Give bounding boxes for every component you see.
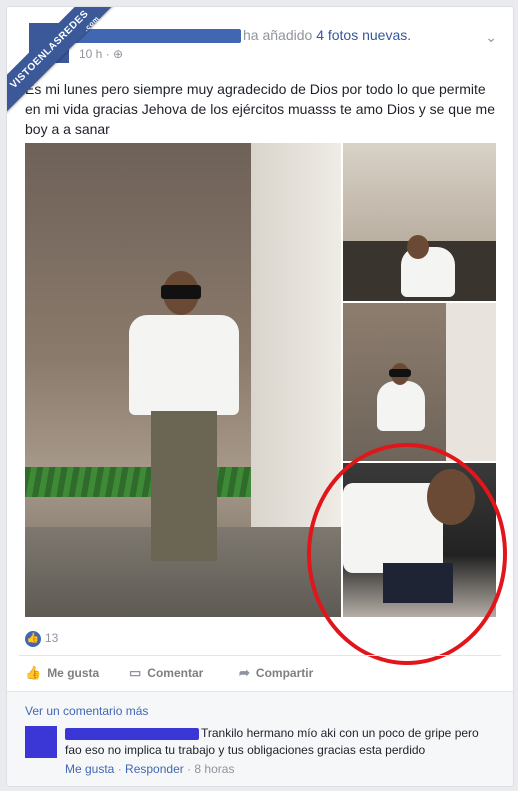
like-label: Me gusta [47, 666, 100, 680]
divider [19, 655, 501, 656]
share-label: Compartir [255, 666, 314, 680]
person-shirt [129, 315, 239, 415]
post-meta: 10 h · ⊕ [79, 47, 124, 61]
face-redaction [389, 369, 411, 377]
comment-reply-link[interactable]: Responder [125, 762, 184, 776]
thumbs-up-icon: 👍 [25, 665, 42, 680]
share-button[interactable]: ➦ Compartir [239, 665, 313, 681]
speech-bubble-icon: ▭ [129, 665, 142, 680]
post-action-text: ha añadido 4 fotos nuevas. [243, 27, 411, 43]
share-arrow-icon: ➦ [239, 665, 250, 680]
action-label: ha añadido [243, 27, 313, 43]
comment-text: Trankilo hermano mío aki con un poco de … [65, 726, 479, 757]
highlight-circle [307, 443, 507, 665]
comments-section: Ver un comentario más Trankilo hermano m… [7, 691, 513, 786]
commenter-avatar[interactable] [25, 726, 57, 758]
globe-icon: ⊕ [113, 47, 124, 61]
photo-person [129, 271, 239, 581]
photo-count-link[interactable]: 4 fotos nuevas. [316, 27, 411, 43]
action-bar: 👍 Me gusta ▭ Comentar ➦ Compartir [25, 665, 501, 687]
comment-meta: Me gusta · Responder · 8 horas [65, 762, 235, 776]
post-body: Es mi lunes pero siempre muy agradecido … [25, 81, 495, 137]
post-header: ha añadido 4 fotos nuevas. 10 h · ⊕ ⌄ [67, 25, 503, 65]
like-icon: 👍 [25, 631, 41, 647]
person-shirt [377, 381, 425, 431]
like-button[interactable]: 👍 Me gusta [25, 665, 99, 681]
photo-thumb-1[interactable] [343, 143, 496, 301]
comment-like-link[interactable]: Me gusta [65, 762, 114, 776]
photo-thumb-2[interactable] [343, 303, 496, 461]
comment-time[interactable]: 8 horas [194, 762, 234, 776]
person-pants [151, 411, 217, 561]
reaction-count: 13 [45, 631, 59, 646]
comment-label: Comentar [147, 666, 204, 680]
chevron-down-icon[interactable]: ⌄ [485, 29, 497, 46]
reaction-summary[interactable]: 👍 13 [25, 631, 58, 647]
comment-button[interactable]: ▭ Comentar [129, 665, 203, 681]
post-time[interactable]: 10 h [79, 47, 102, 61]
post-card: VISTOENLASREDES .com ha añadido 4 fotos n… [6, 6, 514, 787]
face-redaction [161, 285, 201, 299]
photo-main[interactable] [25, 143, 341, 617]
view-more-comments[interactable]: Ver un comentario más [25, 704, 148, 718]
photo-wall [446, 303, 496, 461]
person-head [407, 235, 429, 259]
